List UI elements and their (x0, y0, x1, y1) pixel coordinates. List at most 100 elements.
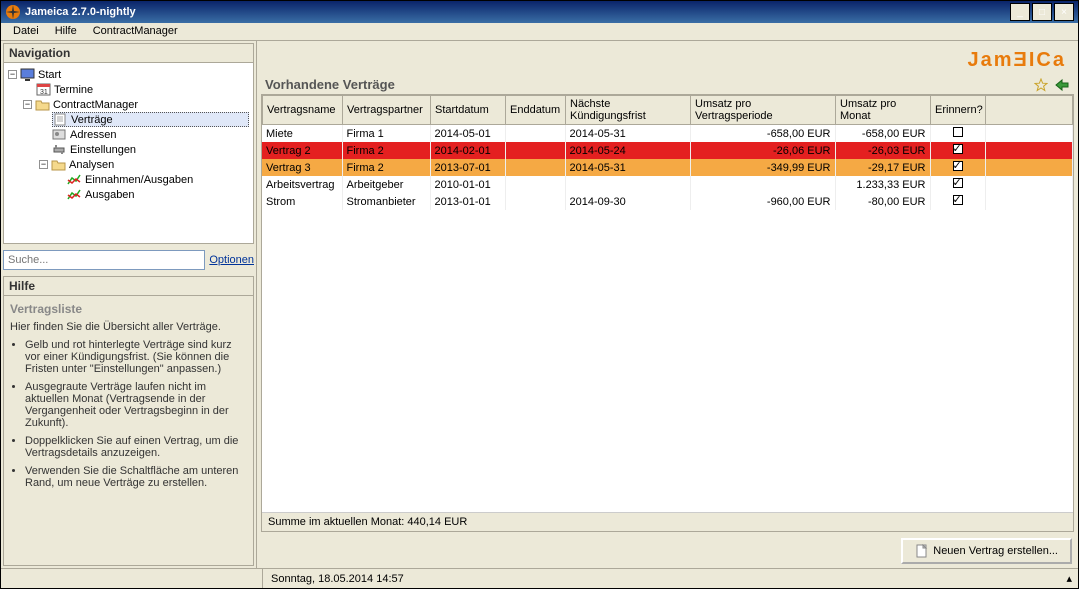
cell-remind[interactable] (930, 142, 985, 159)
table-row[interactable]: Vertrag 2Firma 22014-02-012014-05-24-26,… (262, 142, 1073, 159)
tree-node-adressen[interactable]: Adressen (8, 127, 249, 142)
col-umsatz-monat[interactable]: Umsatz pro Monat (836, 96, 931, 125)
tree-label: Einnahmen/Ausgaben (85, 174, 193, 186)
cell-remind[interactable] (930, 193, 985, 210)
tree-node-contractmanager[interactable]: − ContractManager (8, 97, 249, 112)
minimize-button[interactable]: _ (1010, 3, 1030, 21)
cell-kuend: 2014-05-24 (565, 142, 690, 159)
tree-node-einstellungen[interactable]: Einstellungen (8, 142, 249, 157)
settings-icon (52, 143, 67, 156)
tree-label: ContractManager (53, 99, 138, 111)
tree-node-einnahmen-ausgaben[interactable]: Einnahmen/Ausgaben (8, 172, 249, 187)
col-vertragspartner[interactable]: Vertragspartner (343, 96, 431, 125)
optionen-link[interactable]: Optionen (209, 254, 254, 266)
cell-name: Vertrag 3 (262, 159, 342, 176)
calendar-icon: 31 (36, 83, 51, 96)
table-row[interactable]: ArbeitsvertragArbeitgeber2010-01-011.233… (262, 176, 1073, 193)
menu-contractmanager[interactable]: ContractManager (85, 23, 186, 40)
hilfe-list: Gelb und rot hinterlegte Verträge sind k… (10, 339, 247, 489)
cell-partner: Arbeitgeber (342, 176, 430, 193)
cell-end (505, 125, 565, 142)
cell-end (505, 176, 565, 193)
tree-node-vertraege[interactable]: Verträge (52, 112, 249, 127)
col-kuendigungsfrist[interactable]: Nächste Kündigungsfrist (566, 96, 691, 125)
col-erinnern[interactable]: Erinnern? (931, 96, 986, 125)
col-vertragsname[interactable]: Vertragsname (263, 96, 343, 125)
checkbox-icon[interactable] (953, 195, 963, 205)
checkbox-icon[interactable] (953, 161, 963, 171)
maximize-button[interactable]: □ (1032, 3, 1052, 21)
cell-end (505, 142, 565, 159)
cell-u_per (690, 176, 835, 193)
cell-spacer (985, 176, 1073, 193)
cell-start: 2013-01-01 (430, 193, 505, 210)
button-row: Neuen Vertrag erstellen... (261, 534, 1074, 564)
cell-u_per: -26,06 EUR (690, 142, 835, 159)
back-arrow-icon[interactable] (1054, 78, 1070, 92)
hilfe-intro: Hier finden Sie die Übersicht aller Vert… (10, 321, 247, 333)
cell-partner: Firma 2 (342, 159, 430, 176)
checkbox-icon[interactable] (953, 144, 963, 154)
menu-datei[interactable]: Datei (5, 23, 47, 40)
cell-kuend: 2014-09-30 (565, 193, 690, 210)
svg-text:31: 31 (40, 89, 48, 96)
new-contract-button[interactable]: Neuen Vertrag erstellen... (901, 538, 1072, 564)
search-input[interactable] (3, 250, 205, 270)
cell-start: 2013-07-01 (430, 159, 505, 176)
cell-spacer (985, 125, 1073, 142)
checkbox-icon[interactable] (953, 178, 963, 188)
search-row: Optionen (3, 248, 254, 272)
expand-icon[interactable]: − (39, 160, 48, 169)
hilfe-panel: Hilfe Vertragsliste Hier finden Sie die … (3, 276, 254, 566)
expand-icon[interactable]: − (23, 100, 32, 109)
checkbox-icon[interactable] (953, 127, 963, 137)
cell-partner: Firma 1 (342, 125, 430, 142)
cell-u_mon: -80,00 EUR (835, 193, 930, 210)
status-chevron-up-icon[interactable]: ▴ (1066, 572, 1072, 585)
cell-u_mon: -26,03 EUR (835, 142, 930, 159)
tree-node-start[interactable]: − Start (8, 67, 249, 82)
close-button[interactable]: × (1054, 3, 1074, 21)
cell-remind[interactable] (930, 176, 985, 193)
tree-node-ausgaben[interactable]: Ausgaben (8, 187, 249, 202)
tree-node-termine[interactable]: 31 Termine (8, 82, 249, 97)
cell-spacer (985, 159, 1073, 176)
tree-node-analysen[interactable]: − Analysen (8, 157, 249, 172)
navigation-header: Navigation (4, 44, 253, 63)
cell-spacer (985, 193, 1073, 210)
col-startdatum[interactable]: Startdatum (431, 96, 506, 125)
content-header: Vorhandene Verträge (261, 77, 1074, 92)
table-body: MieteFirma 12014-05-012014-05-31-658,00 … (262, 125, 1073, 210)
hilfe-bullet: Doppelklicken Sie auf einen Vertrag, um … (25, 435, 247, 459)
status-datetime: Sonntag, 18.05.2014 14:57 (263, 573, 412, 585)
cell-remind[interactable] (930, 125, 985, 142)
table-scroll[interactable]: MieteFirma 12014-05-012014-05-31-658,00 … (262, 125, 1073, 512)
document-icon (53, 113, 68, 126)
cell-partner: Stromanbieter (342, 193, 430, 210)
hilfe-bullet: Verwenden Sie die Schaltfläche am untere… (25, 465, 247, 489)
table-row[interactable]: StromStromanbieter2013-01-012014-09-30-9… (262, 193, 1073, 210)
menu-hilfe[interactable]: Hilfe (47, 23, 85, 40)
table-row[interactable]: Vertrag 3Firma 22013-07-01 2014-05-31-349… (262, 159, 1073, 176)
cell-remind[interactable] (930, 159, 985, 176)
app-icon (5, 4, 21, 20)
status-left (7, 569, 263, 588)
cell-name: Miete (262, 125, 342, 142)
tree-label: Einstellungen (70, 144, 136, 156)
cell-start: 2014-05-01 (430, 125, 505, 142)
monitor-icon (20, 68, 35, 81)
cell-end (505, 159, 565, 176)
star-icon[interactable] (1034, 78, 1048, 92)
expand-icon[interactable]: − (8, 70, 17, 79)
logo-bar: JamƎICa (261, 45, 1074, 75)
new-document-icon (915, 544, 929, 558)
logo: JamƎICa (968, 49, 1067, 72)
cell-kuend: 2014-05-31 (565, 159, 690, 176)
cell-partner: Firma 2 (342, 142, 430, 159)
nav-tree: − Start 31 Termine − ContractManager Ver… (4, 63, 253, 243)
cell-u_per: -349,99 EUR (690, 159, 835, 176)
col-umsatz-periode[interactable]: Umsatz pro Vertragsperiode (691, 96, 836, 125)
col-enddatum[interactable]: Enddatum (506, 96, 566, 125)
table-row[interactable]: MieteFirma 12014-05-012014-05-31-658,00 … (262, 125, 1073, 142)
hilfe-header: Hilfe (4, 277, 253, 296)
